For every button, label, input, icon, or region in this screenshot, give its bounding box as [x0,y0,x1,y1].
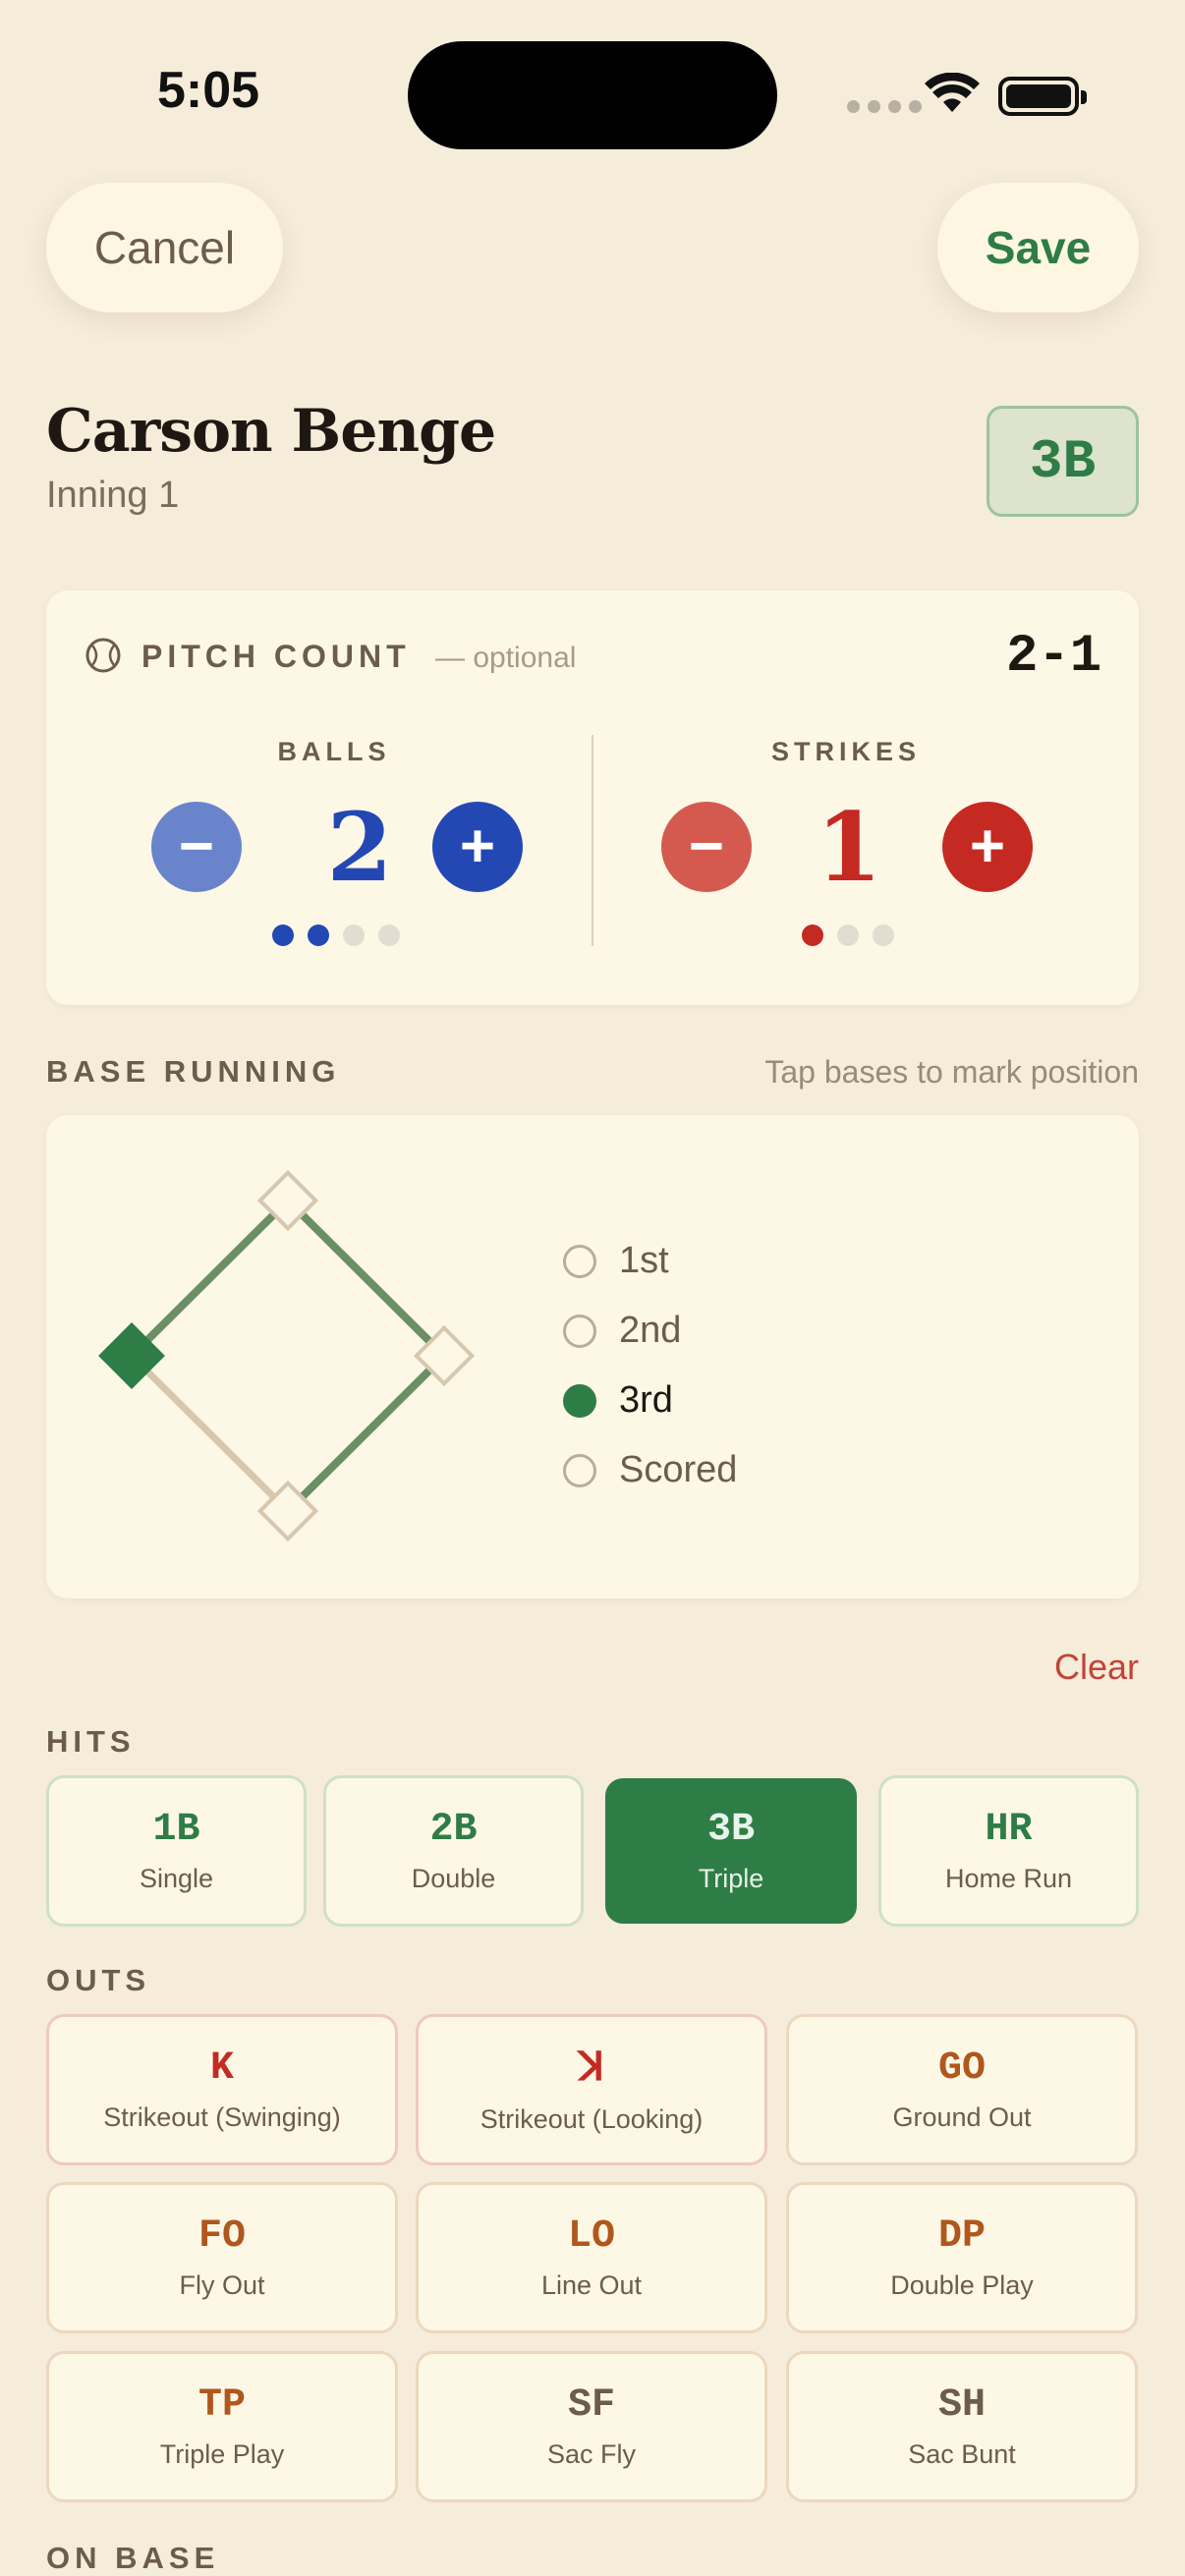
strikes-increment-button[interactable]: + [942,802,1033,892]
hit-button-3b[interactable]: 3B Triple [605,1778,857,1924]
radio-button[interactable] [563,1244,596,1278]
out-name: Strikeout (Looking) [480,2104,704,2134]
hits-title: HITS [46,1724,136,1759]
status-time: 5:05 [157,62,260,119]
base-option-label: 1st [619,1240,669,1281]
out-button-sac-fly[interactable]: SF Sac Fly [416,2351,767,2502]
balls-indicator [272,924,400,946]
base-option-1st[interactable]: 1st [563,1226,737,1296]
cancel-button[interactable]: Cancel [46,183,283,312]
out-name: Strikeout (Swinging) [103,2102,341,2132]
radio-button[interactable] [563,1314,596,1348]
radio-button[interactable] [563,1383,596,1418]
out-code: FO [198,2214,246,2259]
ball-dot [308,924,329,946]
dynamic-island [408,41,777,149]
out-code: TP [198,2383,246,2428]
out-code: GO [937,2046,986,2091]
strike-dot [837,924,859,946]
out-button-triple-play[interactable]: TP Triple Play [46,2351,398,2502]
inning-label: Inning 1 [46,475,180,516]
ball-dot [343,924,365,946]
save-button[interactable]: Save [937,183,1139,312]
out-button-line-out[interactable]: LO Line Out [416,2182,767,2333]
baseball-icon [85,638,121,673]
baseball-diamond [98,1169,476,1542]
player-name: Carson Benge [46,397,496,466]
out-name: Sac Bunt [908,2439,1016,2469]
hit-code: 3B [706,1808,755,1852]
out-code: DP [937,2214,986,2259]
ball-dot [272,924,294,946]
hit-name: Single [139,1864,214,1893]
strikes-indicator [802,924,894,946]
out-name: Double Play [890,2270,1034,2300]
strikes-label: STRIKES [770,737,922,766]
out-code: LO [567,2214,615,2259]
base-option-3rd[interactable]: 3rd [563,1366,737,1435]
out-button-strikeout-looking[interactable]: ꓘ Strikeout (Looking) [416,2014,767,2165]
base-option-label: 2nd [619,1310,682,1351]
out-button-sac-bunt[interactable]: SH Sac Bunt [786,2351,1138,2502]
out-name: Line Out [540,2270,643,2300]
out-button-fly-out[interactable]: FO Fly Out [46,2182,398,2333]
pitch-count-optional: — optional [435,642,577,674]
balls-label: BALLS [277,737,391,766]
pitch-count-title: PITCH COUNT [141,639,411,674]
out-button-double-play[interactable]: DP Double Play [786,2182,1138,2333]
battery-icon [998,77,1087,116]
hit-code: 1B [152,1808,200,1852]
strike-dot [873,924,894,946]
hit-button-1b[interactable]: 1B Single [46,1775,307,1927]
balls-decrement-button[interactable]: − [151,802,242,892]
pitch-count-divider [592,735,593,946]
out-name: Fly Out [179,2270,265,2300]
base-option-label: 3rd [619,1379,673,1421]
hit-name: Home Run [944,1864,1073,1893]
base-running-title: BASE RUNNING [46,1054,341,1089]
pitch-count-total: 2-1 [1006,627,1102,687]
out-code: SH [937,2383,986,2428]
out-name: Sac Fly [546,2439,637,2469]
runner-path [129,1195,450,1514]
hit-name: Triple [698,1864,764,1893]
out-code: SF [567,2383,615,2428]
out-code: K [209,2046,234,2091]
radio-button[interactable] [563,1453,596,1487]
out-name: Triple Play [159,2439,285,2469]
out-name: Ground Out [892,2102,1032,2132]
hit-name: Double [411,1864,496,1893]
hit-button-2b[interactable]: 2B Double [323,1775,584,1927]
on-base-title: ON BASE [46,2541,220,2575]
base-running-hint: Tap bases to mark position [764,1054,1139,1090]
wifi-icon [925,73,980,112]
base-option-scored[interactable]: Scored [563,1435,737,1505]
balls-count: 2 [326,792,393,903]
hit-code: HR [985,1808,1033,1852]
hit-code: 2B [429,1808,478,1852]
strikes-count: 1 [816,792,882,903]
base-option-label: Scored [619,1449,738,1490]
hit-button-hr[interactable]: HR Home Run [878,1775,1139,1927]
base-option-2nd[interactable]: 2nd [563,1296,737,1366]
strike-dot [802,924,823,946]
result-badge: 3B [987,406,1139,517]
out-code: ꓘ [578,2048,605,2093]
outs-title: OUTS [46,1963,151,1997]
clear-button[interactable]: Clear [1054,1647,1139,1688]
strikes-decrement-button[interactable]: − [661,802,752,892]
balls-increment-button[interactable]: + [432,802,523,892]
basepath-third-home [129,1353,291,1514]
ball-dot [378,924,400,946]
base-position-options: 1st 2nd 3rd Scored [563,1226,737,1505]
out-button-strikeout-swinging[interactable]: K Strikeout (Swinging) [46,2014,398,2165]
out-button-ground-out[interactable]: GO Ground Out [786,2014,1138,2165]
cellular-signal-icon [847,100,922,113]
